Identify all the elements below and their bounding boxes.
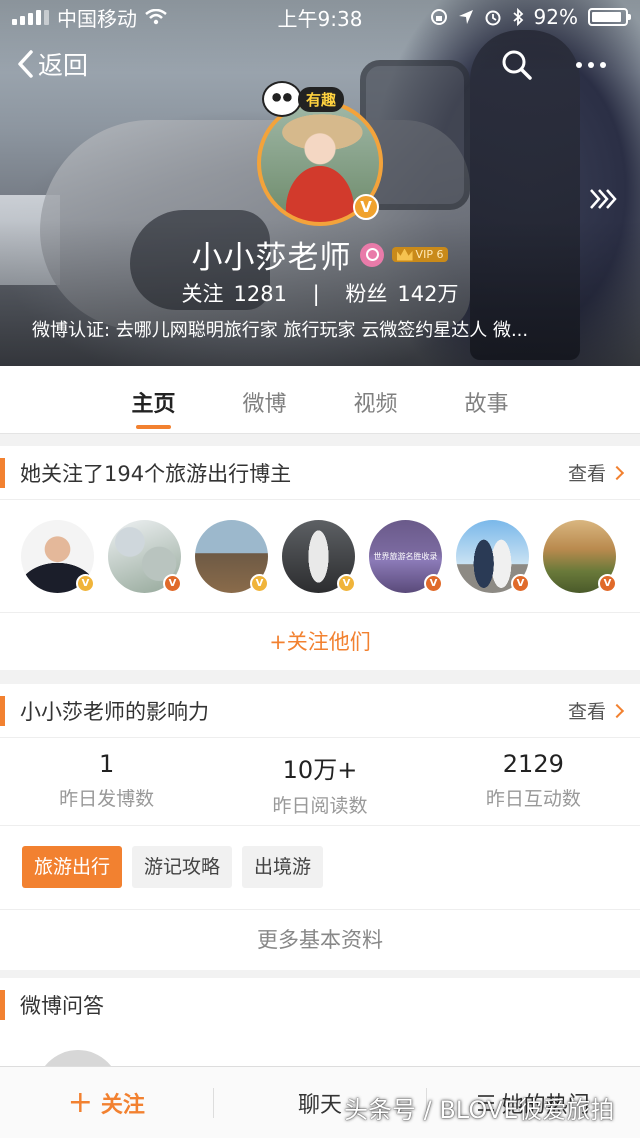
influence-card: 小小莎老师的影响力 查看 1 昨日发博数 10万+ 昨日阅读数 2129 昨日互…	[0, 684, 640, 970]
verified-v-icon: V	[598, 574, 617, 593]
tab-story[interactable]: 故事	[431, 366, 542, 433]
search-button[interactable]	[500, 48, 534, 86]
back-button[interactable]: 返回	[16, 46, 88, 82]
female-icon	[359, 242, 384, 267]
profile-avatar[interactable]: V	[257, 100, 383, 226]
watermark-text: 头条号 / BLOVE彼爱旅拍	[344, 1096, 615, 1124]
cover-more-chevron-icon[interactable]	[588, 184, 618, 214]
stat-label: 昨日互动数	[485, 788, 581, 810]
card-title: 小小莎老师的影响力	[20, 699, 209, 724]
nav-bar: 返回	[0, 44, 640, 88]
stat-value: 2129	[502, 750, 564, 778]
fans-count[interactable]: 142万	[397, 282, 458, 306]
following-label[interactable]: 关注	[182, 282, 224, 306]
stat-reads: 10万+ 昨日阅读数	[213, 738, 426, 825]
following-count[interactable]: 1281	[234, 282, 287, 306]
followed-avatars: V V V V 世界旅游名胜收录 V V V	[0, 500, 640, 612]
follow-them-button[interactable]: +关注他们	[0, 612, 640, 670]
more-dot-icon	[576, 62, 582, 68]
crown-icon	[396, 248, 413, 261]
stat-label: 昨日发博数	[59, 788, 155, 810]
stat-interactions: 2129 昨日互动数	[427, 738, 640, 825]
more-button[interactable]	[572, 50, 610, 80]
blogger-avatar-4[interactable]: V	[282, 520, 356, 593]
fun-badge-label: 有趣	[298, 86, 345, 112]
profile-name: 小小莎老师	[191, 240, 352, 276]
panda-icon	[262, 81, 302, 117]
bluetooth-icon	[512, 8, 523, 26]
rotation-lock-icon	[430, 9, 447, 25]
verified-v-icon: V	[353, 194, 379, 220]
tag-travel-notes[interactable]: 游记攻略	[132, 846, 233, 888]
stat-label: 昨日阅读数	[272, 795, 368, 817]
status-bar: 中国移动 上午9:38 92%	[0, 0, 640, 34]
blogger-avatar-1[interactable]: V	[21, 520, 95, 593]
tab-weibo[interactable]: 微博	[209, 366, 320, 433]
vip-badge[interactable]: VIP 6	[391, 247, 449, 262]
blogger-avatar-3[interactable]: V	[195, 520, 269, 593]
chat-label: 聊天	[298, 1092, 343, 1118]
chevron-right-icon	[609, 465, 625, 480]
card-title: 她关注了194个旅游出行博主	[20, 461, 292, 486]
view-more-button[interactable]: 查看	[567, 459, 625, 486]
signal-icon	[12, 9, 49, 25]
view-more-label: 查看	[567, 463, 606, 485]
stat-value: 1	[99, 750, 115, 778]
carrier-name: 中国移动	[57, 6, 137, 31]
verified-v-icon: V	[76, 574, 95, 593]
blogger-avatar-6[interactable]: V	[456, 520, 530, 593]
stat-value: 10万+	[282, 756, 358, 784]
verified-v-icon: V	[511, 574, 530, 593]
profile-tabs: 主页 微博 视频 故事	[0, 366, 640, 434]
profile-cover: 中国移动 上午9:38 92% 返回 V 有趣 小小莎老师 VIP 6 关注 1…	[0, 0, 640, 366]
follow-stats: 关注 1281 | 粉丝 142万	[0, 278, 640, 308]
tag-travel[interactable]: 旅游出行	[22, 846, 123, 888]
fun-badge[interactable]: 有趣	[262, 81, 345, 117]
battery-percent: 92%	[533, 5, 578, 29]
view-more-button[interactable]: 查看	[567, 697, 625, 724]
location-icon	[458, 10, 473, 24]
verified-v-icon: V	[337, 574, 356, 593]
verification-text[interactable]: 微博认证: 去哪儿网聪明旅行家 旅行玩家 云微签约星达人 微...	[32, 316, 602, 342]
tab-home[interactable]: 主页	[98, 366, 209, 433]
fans-label[interactable]: 粉丝	[345, 282, 387, 306]
search-icon	[502, 50, 532, 80]
plus-icon: +	[67, 1085, 93, 1120]
follow-label: 关注	[100, 1092, 145, 1118]
stat-posts: 1 昨日发博数	[0, 738, 213, 825]
wifi-icon	[145, 9, 167, 25]
card-header: 她关注了194个旅游出行博主 查看	[0, 446, 640, 500]
name-row: 小小莎老师 VIP 6	[0, 232, 640, 277]
blogger-avatar-5[interactable]: 世界旅游名胜收录 V	[369, 520, 443, 593]
card-header: 微博问答	[0, 978, 640, 1032]
tag-outbound[interactable]: 出境游	[242, 846, 324, 888]
battery-icon	[588, 8, 631, 26]
vip-label: VIP 6	[415, 248, 444, 261]
followed-bloggers-card: 她关注了194个旅游出行博主 查看 V V V V 世界旅游名胜收录 V V V…	[0, 446, 640, 670]
verified-v-icon: V	[424, 574, 443, 593]
card-header: 小小莎老师的影响力 查看	[0, 684, 640, 738]
view-more-label: 查看	[567, 701, 606, 723]
chevron-right-icon	[609, 703, 625, 718]
blogger-avatar-7[interactable]: V	[543, 520, 617, 593]
blogger-avatar-2[interactable]: V	[108, 520, 182, 593]
more-info-button[interactable]: 更多基本资料	[0, 910, 640, 970]
verified-v-icon: V	[250, 574, 269, 593]
follow-button[interactable]: + 关注	[0, 1085, 213, 1120]
interest-tags: 旅游出行 游记攻略 出境游	[0, 826, 640, 910]
avatar-5-caption: 世界旅游名胜收录	[373, 552, 438, 561]
tab-video[interactable]: 视频	[320, 366, 431, 433]
chevron-left-icon	[18, 50, 33, 78]
stats-separator: |	[312, 282, 320, 306]
qa-card: 微博问答	[0, 978, 640, 1134]
influence-stats: 1 昨日发博数 10万+ 昨日阅读数 2129 昨日互动数	[0, 738, 640, 826]
card-title: 微博问答	[20, 994, 104, 1018]
verified-v-icon: V	[163, 574, 182, 593]
back-label: 返回	[38, 51, 89, 80]
alarm-icon	[485, 10, 501, 26]
